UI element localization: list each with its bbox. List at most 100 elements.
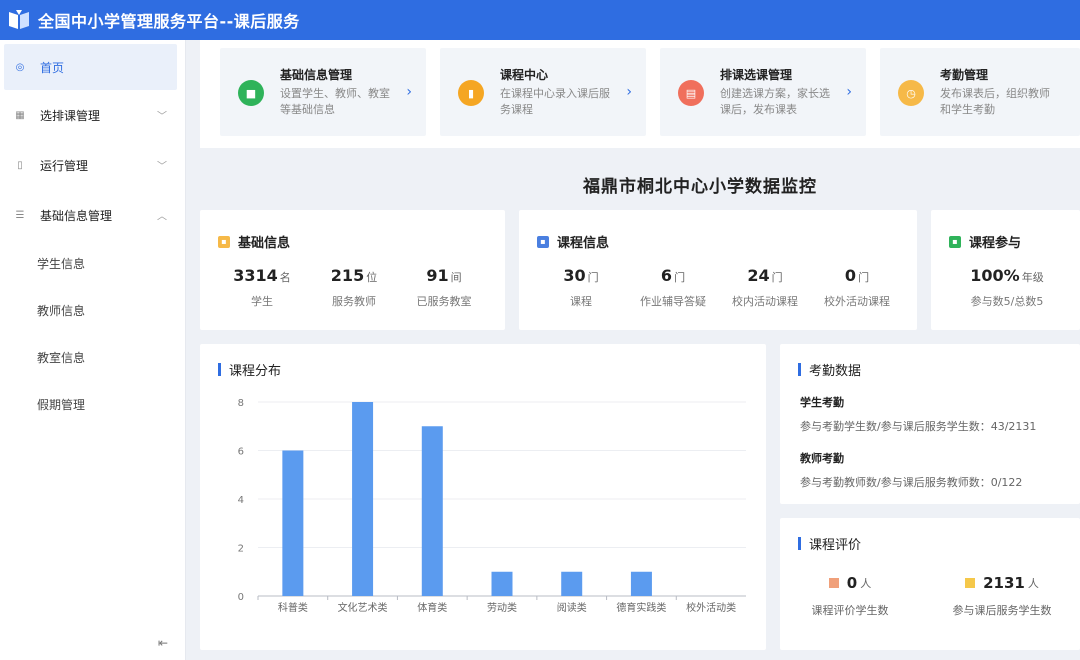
eval-unit: 人 — [860, 577, 872, 590]
home-icon: ◎ — [15, 61, 25, 73]
stat-unit: 门 — [771, 271, 783, 284]
eval-service-count: 2131 人 参与课后服务学生数 — [932, 574, 1072, 618]
eval-label: 课程评价学生数 — [811, 604, 889, 617]
teacher-attendance-line: 参与考勤教师数/参与课后服务教师数：0/122 — [800, 476, 1023, 489]
chart-bar[interactable] — [630, 571, 652, 596]
teacher-attendance-title: 教师考勤 — [800, 452, 844, 465]
chevron-up-icon: ︿ — [157, 211, 167, 223]
participation-panel: ▪ 课程参与 100% 年级 参与数5/总数5 — [931, 210, 1080, 330]
sidebar-subitem-teachers[interactable]: 教师信息 — [0, 287, 185, 334]
sidebar-item-operation[interactable]: ▯ 运行管理 ﹀ — [0, 140, 185, 190]
panel-title: 课程评价 — [809, 538, 862, 553]
chevron-right-icon: › — [406, 84, 412, 100]
stat-number: 6 — [660, 266, 673, 285]
stat-unit: 名 — [279, 271, 291, 284]
panel-title: 基础信息 — [238, 236, 291, 251]
sidebar-item-home[interactable]: ◎ 首页 — [4, 44, 177, 90]
sidebar-subitem-classrooms[interactable]: 教室信息 — [0, 334, 185, 381]
chart-bar[interactable] — [421, 426, 443, 596]
sidebar-item-label: 基础信息管理 — [40, 208, 113, 223]
stat-number: 30 — [563, 266, 586, 285]
x-tick-label: 校外活动类 — [686, 601, 736, 614]
quick-card-desc: 在课程中心录入课后服务课程 — [500, 87, 610, 116]
basic-info-panel: ▪ 基础信息 3314 名 学生 215 位 服务教师 91 间 已服务教室 — [200, 210, 505, 330]
chart-bar[interactable] — [561, 571, 583, 596]
stat-label: 课程 — [570, 295, 592, 308]
stat-label: 校内活动课程 — [732, 295, 798, 308]
quick-card-desc: 创建选课方案，家长选课后，发布课表 — [720, 87, 830, 116]
stat-label: 参与数5/总数5 — [970, 295, 1044, 308]
title-accent-bar — [798, 537, 801, 550]
stat-number: 215 — [330, 266, 365, 285]
eval-number: 0 — [846, 574, 858, 592]
sidebar-item-label: 运行管理 — [40, 158, 89, 173]
legend-square-icon — [965, 578, 976, 588]
sidebar-item-label: 首页 — [40, 60, 65, 75]
x-tick-label: 文化艺术类 — [338, 601, 388, 614]
sidebar-item-course-selection[interactable]: ▦ 选排课管理 ﹀ — [0, 90, 185, 140]
panel-title: 考勤数据 — [809, 364, 862, 379]
chevron-right-icon: › — [846, 84, 852, 100]
quick-card-scheduling[interactable]: ▤ 排课选课管理 创建选课方案，家长选课后，发布课表 › — [660, 48, 866, 136]
stat-label: 作业辅导答疑 — [640, 295, 706, 308]
stat-inschool: 24 门 校内活动课程 — [715, 266, 815, 309]
document-icon: ▯ — [17, 159, 23, 171]
list-icon: ☰ — [15, 209, 25, 221]
student-attendance-line: 参与考勤学生数/参与课后服务学生数：43/2131 — [800, 420, 1037, 433]
book-icon: ▮ — [458, 80, 484, 106]
stat-number: 3314 — [233, 266, 278, 285]
y-tick-label: 2 — [238, 544, 244, 555]
stat-unit: 门 — [587, 271, 599, 284]
course-square-icon: ▪ — [537, 235, 549, 248]
course-info-panel: ▪ 课程信息 30 门 课程 6门 作业辅导答疑 24 门 校内活动课程 0门 校外… — [519, 210, 917, 330]
sidebar-item-basic-info[interactable]: ☰ 基础信息管理 ︿ — [0, 190, 185, 240]
calendar-icon: ▤ — [678, 80, 704, 106]
stat-number: 0 — [844, 266, 857, 285]
book-logo-icon — [6, 7, 32, 33]
evaluation-panel: 课程评价 0 人 课程评价学生数 2131 人 参与课后服务学生数 — [780, 518, 1080, 650]
stat-unit: 门 — [858, 271, 870, 284]
chart-bar[interactable] — [491, 571, 513, 596]
y-tick-label: 6 — [238, 447, 244, 458]
stat-number: 91 — [426, 266, 449, 285]
x-tick-label: 德育实践类 — [616, 601, 666, 614]
chart-bar[interactable] — [282, 450, 304, 597]
stat-label: 服务教师 — [332, 295, 376, 308]
panel-title-row: ▪ 基础信息 — [218, 232, 290, 251]
sidebar-item-label: 选排课管理 — [40, 108, 101, 123]
y-tick-label: 8 — [238, 398, 244, 409]
stat-teachers: 215 位 服务教师 — [304, 266, 404, 309]
grid-icon: ▦ — [15, 109, 25, 121]
sidebar-subitem-holidays[interactable]: 假期管理 — [0, 381, 185, 428]
chart-square-icon: ▪ — [949, 235, 961, 248]
quick-access-bar: ■ 基础信息管理 设置学生、教师、教室等基础信息 › ▮ 课程中心 在课程中心录… — [200, 40, 1080, 148]
title-accent-bar — [798, 363, 801, 376]
eval-label: 参与课后服务学生数 — [952, 604, 1052, 617]
x-tick-label: 体育类 — [417, 601, 447, 614]
stat-unit: 门 — [674, 271, 686, 284]
quick-card-desc: 设置学生、教师、教室等基础信息 — [280, 87, 390, 116]
quick-card-basic-info[interactable]: ■ 基础信息管理 设置学生、教师、教室等基础信息 › — [220, 48, 426, 136]
stat-courses: 30 门 课程 — [531, 266, 631, 309]
chart-bar[interactable] — [352, 402, 374, 596]
panel-title-row: 考勤数据 — [798, 360, 861, 379]
stat-unit: 间 — [450, 271, 462, 284]
x-tick-label: 劳动类 — [487, 601, 517, 614]
quick-card-attendance[interactable]: ◷ 考勤管理 发布课表后，组织教师和学生考勤 — [880, 48, 1080, 136]
quick-card-course-center[interactable]: ▮ 课程中心 在课程中心录入课后服务课程 › — [440, 48, 646, 136]
panel-title-row: ▪ 课程参与 — [949, 232, 1021, 251]
panel-title-row: ▪ 课程信息 — [537, 232, 609, 251]
app-title: 全国中小学管理服务平台--课后服务 — [38, 12, 300, 31]
sidebar-subitem-students[interactable]: 学生信息 — [0, 240, 185, 287]
stat-students: 3314 名 学生 — [212, 266, 312, 309]
x-tick-label: 科普类 — [278, 601, 308, 614]
eval-unit: 人 — [1027, 577, 1039, 590]
panel-title: 课程参与 — [969, 236, 1022, 251]
stat-unit: 位 — [366, 271, 378, 284]
sidebar: ◎ 首页 ▦ 选排课管理 ﹀ ▯ 运行管理 ﹀ ☰ 基础信息管理 ︿ 学生信息 … — [0, 40, 186, 660]
collapse-sidebar-icon[interactable]: ⇤ — [155, 636, 171, 650]
stat-label: 已服务教室 — [416, 295, 472, 308]
course-distribution-panel: 课程分布 0 2 4 6 8 科普类 文化艺术类 体育类 劳动类 阅读类 德育实践类 校外活动类 — [200, 344, 766, 650]
panel-title: 课程信息 — [557, 236, 610, 251]
page-title: 福鼎市桐北中心小学数据监控 — [583, 177, 817, 197]
